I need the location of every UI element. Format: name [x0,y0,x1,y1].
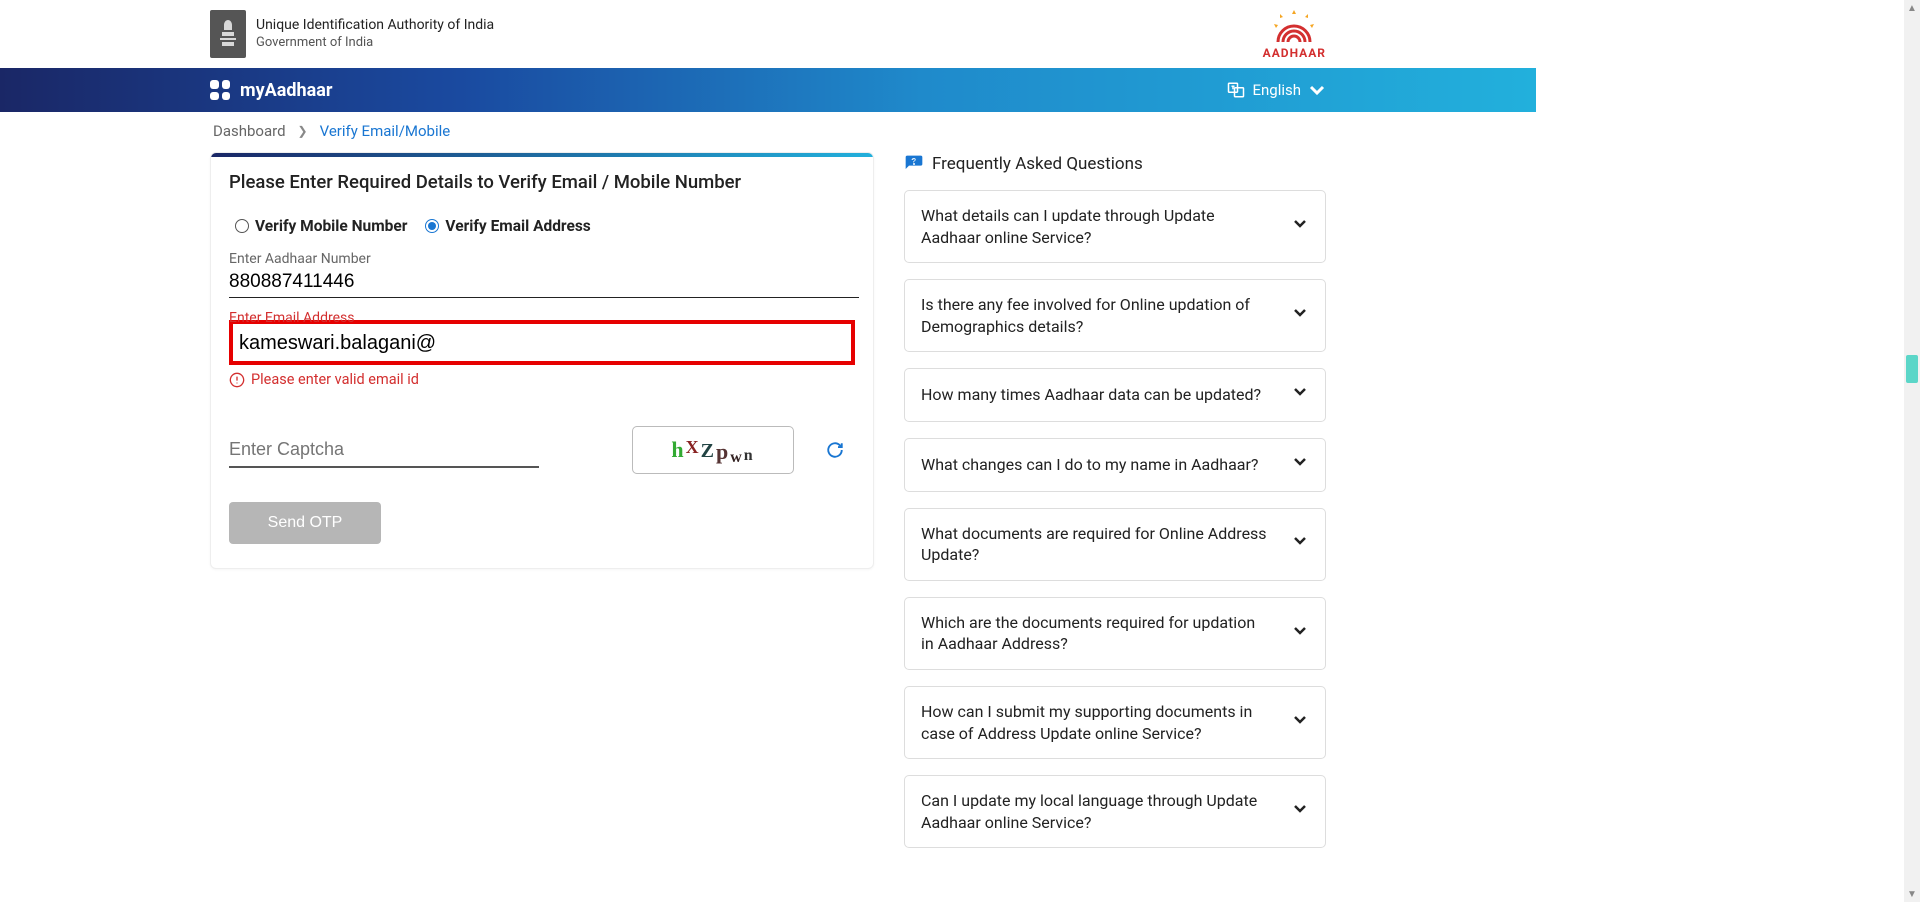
aadhaar-label: Enter Aadhaar Number [229,251,855,267]
faq-item[interactable]: Can I update my local language through U… [904,775,1326,848]
faq-item[interactable]: Which are the documents required for upd… [904,597,1326,670]
verify-option-group: Verify Mobile Number Verify Email Addres… [229,211,855,251]
grid-icon [210,80,230,100]
radio-email[interactable]: Verify Email Address [425,217,590,235]
translate-icon [1227,81,1245,99]
faq-item-text: What changes can I do to my name in Aadh… [921,454,1258,476]
radio-email-label: Verify Email Address [445,217,590,235]
faq-item[interactable]: How can I submit my supporting documents… [904,686,1326,759]
chevron-down-icon [1291,711,1309,735]
faq-icon [904,154,924,174]
faq-item-text: What details can I update through Update… [921,205,1271,248]
faq-heading: Frequently Asked Questions [904,154,1326,174]
faq-item-text: Can I update my local language through U… [921,790,1271,833]
org-line2: Government of India [256,35,494,52]
govt-logo-block: Unique Identification Authority of India… [210,10,494,58]
radio-mobile-label: Verify Mobile Number [255,217,407,235]
aadhaar-sun-icon [1264,8,1324,44]
chevron-right-icon: ❯ [298,124,308,138]
nav-bar: myAadhaar English [0,68,1536,112]
chevron-down-icon [1291,622,1309,646]
org-text: Unique Identification Authority of India… [256,16,494,51]
chevron-down-icon [1291,383,1309,407]
language-selector[interactable]: English [1227,81,1326,99]
email-error: Please enter valid email id [229,371,855,388]
faq-heading-text: Frequently Asked Questions [932,154,1143,174]
chevron-down-icon [1291,532,1309,556]
faq-item-text: Which are the documents required for upd… [921,612,1271,655]
faq-item[interactable]: What documents are required for Online A… [904,508,1326,581]
chevron-down-icon [1291,800,1309,824]
captcha-reload-button[interactable] [826,441,844,459]
aadhaar-input[interactable] [229,267,859,298]
faq-item[interactable]: How many times Aadhaar data can be updat… [904,368,1326,422]
scrollbar-thumb[interactable] [1906,355,1918,383]
email-error-text: Please enter valid email id [251,371,419,388]
brand-text: myAadhaar [240,80,332,101]
org-line1: Unique Identification Authority of India [256,16,494,34]
faq-item[interactable]: Is there any fee involved for Online upd… [904,279,1326,352]
chevron-down-icon [1291,453,1309,477]
faq-item[interactable]: What details can I update through Update… [904,190,1326,263]
scrollbar-track[interactable]: ▲ ▼ [1904,0,1920,902]
send-otp-button[interactable]: Send OTP [229,502,381,544]
scroll-up-icon[interactable]: ▲ [1904,0,1920,16]
ashoka-emblem-icon [210,10,246,58]
faq-item-text: What documents are required for Online A… [921,523,1271,566]
radio-mobile[interactable]: Verify Mobile Number [235,217,407,235]
faq-item-text: How many times Aadhaar data can be updat… [921,384,1261,406]
aadhaar-logo: AADHAAR [1263,8,1326,60]
chevron-down-icon [1308,81,1326,99]
language-label: English [1252,81,1301,99]
brand[interactable]: myAadhaar [210,80,332,101]
breadcrumb: Dashboard ❯ Verify Email/Mobile [0,112,1536,144]
faq-sidebar: Frequently Asked Questions What details … [904,152,1326,864]
chevron-down-icon [1291,304,1309,328]
faq-item-text: Is there any fee involved for Online upd… [921,294,1271,337]
scroll-down-icon[interactable]: ▼ [1904,886,1920,902]
captcha-image: hXZpwn [632,426,794,474]
verify-card: Please Enter Required Details to Verify … [210,152,874,569]
breadcrumb-current: Verify Email/Mobile [320,122,451,140]
faq-item-text: How can I submit my supporting documents… [921,701,1271,744]
captcha-input[interactable] [229,433,539,468]
email-highlight-box [229,320,855,365]
reload-icon [826,441,844,459]
aadhaar-text: AADHAAR [1263,46,1326,60]
chevron-down-icon [1291,215,1309,239]
breadcrumb-dashboard[interactable]: Dashboard [213,122,286,140]
top-header: Unique Identification Authority of India… [0,0,1536,68]
error-icon [229,372,245,388]
email-input[interactable] [239,328,869,359]
faq-item[interactable]: What changes can I do to my name in Aadh… [904,438,1326,492]
captcha-text: hXZpwn [671,437,754,463]
card-title: Please Enter Required Details to Verify … [229,171,855,193]
